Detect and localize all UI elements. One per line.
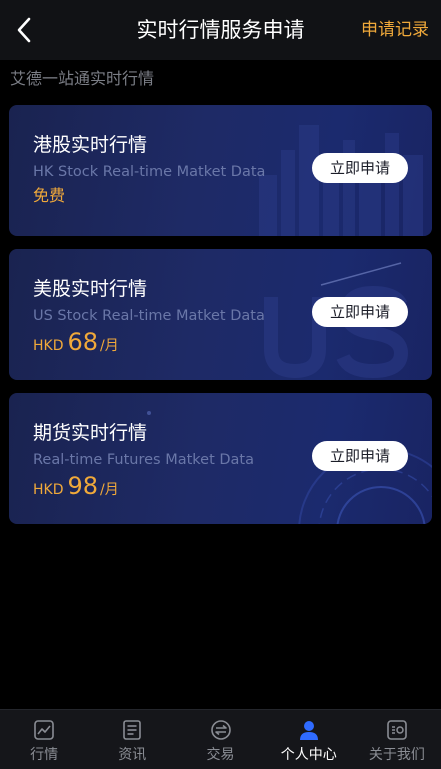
tab-about[interactable]: 关于我们 bbox=[353, 710, 441, 769]
about-icon bbox=[387, 720, 407, 740]
tab-profile[interactable]: 个人中心 bbox=[265, 710, 353, 769]
card-subtitle: US Stock Real-time Matket Data bbox=[33, 308, 265, 324]
card-title: 美股实时行情 bbox=[33, 278, 148, 300]
tab-market[interactable]: 行情 bbox=[0, 710, 88, 769]
price-currency: HKD bbox=[33, 338, 64, 354]
application-records-link[interactable]: 申请记录 bbox=[361, 16, 429, 44]
tab-news[interactable]: 资讯 bbox=[88, 710, 176, 769]
card-title: 港股实时行情 bbox=[33, 134, 148, 156]
exchange-icon bbox=[210, 720, 231, 740]
price-currency: HKD bbox=[33, 482, 64, 498]
price-unit: /月 bbox=[100, 482, 119, 498]
price-amount: 68 bbox=[67, 328, 99, 356]
section-subtitle: 艾德一站通实时行情 bbox=[10, 69, 155, 88]
price-unit: /月 bbox=[100, 338, 119, 354]
futures-card[interactable]: 期货实时行情 Real-time Futures Matket Data HKD… bbox=[9, 393, 432, 524]
tab-label: 关于我们 bbox=[368, 747, 425, 763]
card-price: HKD 68 /月 bbox=[33, 327, 119, 357]
card-title: 期货实时行情 bbox=[33, 422, 148, 444]
chart-icon bbox=[34, 720, 54, 740]
price-free: 免费 bbox=[33, 186, 66, 205]
us-stock-card[interactable]: 美股实时行情 US Stock Real-time Matket Data HK… bbox=[9, 249, 432, 380]
tab-label: 交易 bbox=[206, 747, 235, 763]
tab-label: 行情 bbox=[30, 747, 59, 763]
hk-stock-card[interactable]: 港股实时行情 HK Stock Real-time Matket Data 免费… bbox=[9, 105, 432, 236]
price-amount: 98 bbox=[67, 472, 99, 500]
card-price: HKD 98 /月 bbox=[33, 471, 119, 501]
card-subtitle: HK Stock Real-time Matket Data bbox=[33, 164, 266, 180]
tab-label: 个人中心 bbox=[280, 747, 337, 763]
card-subtitle: Real-time Futures Matket Data bbox=[33, 452, 254, 468]
news-icon bbox=[123, 720, 142, 740]
tab-trade[interactable]: 交易 bbox=[176, 710, 264, 769]
tab-label: 资讯 bbox=[118, 747, 147, 763]
apply-button-hk[interactable]: 立即申请 bbox=[312, 153, 408, 183]
top-bar: 实时行情服务申请 申请记录 bbox=[0, 0, 441, 60]
apply-button-us[interactable]: 立即申请 bbox=[312, 297, 408, 327]
person-icon bbox=[299, 721, 318, 740]
apply-button-futures[interactable]: 立即申请 bbox=[312, 441, 408, 471]
bottom-tab-bar: 行情 资讯 交易 个人中心 关于我们 bbox=[0, 709, 441, 769]
card-price: 免费 bbox=[33, 183, 65, 209]
